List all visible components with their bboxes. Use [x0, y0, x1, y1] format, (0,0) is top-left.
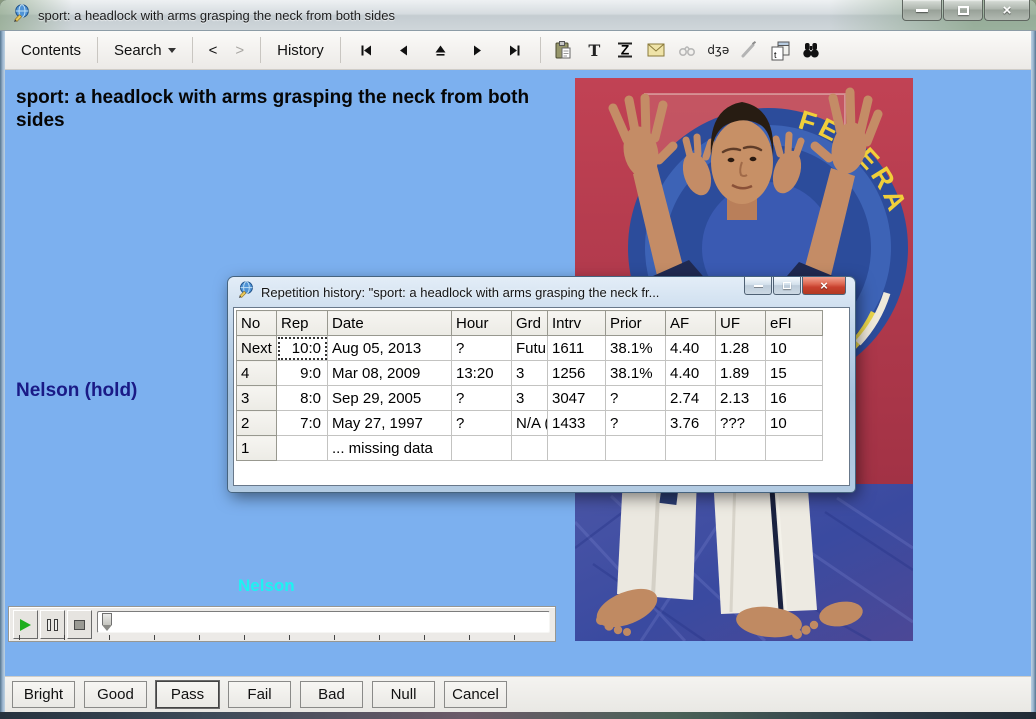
minimize-button[interactable] [902, 0, 942, 21]
slider-thumb[interactable] [102, 613, 112, 625]
separator [540, 37, 541, 63]
parent-element-button[interactable] [429, 39, 452, 62]
compress-icon: Z [615, 40, 635, 60]
compress-button[interactable]: Z [612, 37, 639, 64]
dialog-close-button[interactable]: × [802, 277, 846, 295]
grade-bar: Bright Good Pass Fail Bad Null Cancel [5, 676, 1031, 712]
close-icon: × [1003, 3, 1012, 18]
minimize-icon [754, 285, 763, 287]
dialog-body: NoRepDateHourGrdIntrvPriorAFUFeFI Next10… [233, 307, 850, 486]
envelope-icon [646, 40, 666, 60]
svg-text:Z: Z [621, 42, 630, 58]
cancel-button[interactable]: Cancel [444, 681, 507, 708]
text-component-button[interactable]: T [581, 37, 608, 64]
dialog-minimize-button[interactable] [744, 277, 772, 295]
grade-null-button[interactable]: Null [372, 681, 435, 708]
answer-text: Nelson (hold) [16, 380, 137, 402]
phonetic-icon: dʒə [707, 43, 729, 57]
repetition-table: NoRepDateHourGrdIntrvPriorAFUFeFI Next10… [236, 310, 823, 461]
next-element-button[interactable] [466, 39, 489, 62]
close-icon: × [820, 279, 828, 292]
seek-slider[interactable] [97, 611, 550, 633]
grade-good-button[interactable]: Good [84, 681, 147, 708]
search-button[interactable]: Search [105, 38, 185, 63]
paste-button[interactable] [550, 37, 577, 64]
question-text: sport: a headlock with arms grasping the… [16, 86, 531, 132]
dialog-titlebar[interactable]: Repetition history: "sport: a headlock w… [228, 277, 855, 307]
pause-icon [47, 619, 58, 631]
maximize-icon [783, 282, 791, 289]
link-button[interactable] [674, 37, 701, 64]
play-icon [20, 619, 31, 631]
grade-bad-button[interactable]: Bad [300, 681, 363, 708]
image-caption: Nelson [238, 576, 295, 596]
back-button[interactable]: < [200, 38, 227, 63]
clipboard-icon [553, 40, 573, 60]
window-border-right [1031, 31, 1036, 712]
media-player [8, 606, 556, 642]
previous-icon [396, 43, 411, 58]
grade-pass-button[interactable]: Pass [156, 681, 219, 708]
maximize-button[interactable] [943, 0, 983, 21]
taskbar-strip [0, 712, 1036, 719]
first-element-button[interactable] [355, 39, 378, 62]
dialog-maximize-button[interactable] [773, 277, 801, 295]
skip-last-icon [507, 43, 522, 58]
stop-icon [74, 620, 85, 630]
pronunciation-button[interactable]: dʒə [705, 37, 732, 64]
duplicate-window-button[interactable]: t [767, 37, 794, 64]
dialog-title: Repetition history: "sport: a headlock w… [261, 285, 723, 300]
forward-button[interactable]: > [226, 38, 253, 63]
supermemo-globe-icon [12, 4, 30, 27]
email-button[interactable] [643, 37, 670, 64]
previous-element-button[interactable] [392, 39, 415, 62]
copy-window-icon: t [770, 40, 791, 61]
skip-first-icon [359, 43, 374, 58]
separator [340, 37, 341, 63]
find-button[interactable] [798, 37, 825, 64]
toolbar: Contents Search < > History T Z dʒə t [0, 31, 1036, 70]
chevron-down-icon [168, 48, 176, 53]
wand-icon [739, 40, 759, 60]
link-icon [677, 40, 697, 60]
table-row: 1... missing data [237, 436, 823, 461]
last-element-button[interactable] [503, 39, 526, 62]
binoculars-icon [801, 40, 821, 60]
text-icon: T [588, 41, 600, 60]
window-controls: × [902, 0, 1030, 21]
window-title: sport: a headlock with arms grasping the… [38, 8, 395, 23]
edit-button[interactable] [736, 37, 763, 64]
next-icon [470, 43, 485, 58]
table-row: 38:0Sep 29, 2005?33047?2.742.1316 [237, 386, 823, 411]
slider-ticks [19, 635, 549, 640]
maximize-icon [958, 6, 969, 15]
minimize-icon [916, 9, 928, 12]
table-row: 49:0Mar 08, 200913:203125638.1%4.401.891… [237, 361, 823, 386]
focused-cell[interactable]: 10:0 [277, 336, 328, 361]
repetition-history-dialog: Repetition history: "sport: a headlock w… [228, 277, 855, 492]
grade-fail-button[interactable]: Fail [228, 681, 291, 708]
up-icon [433, 43, 448, 58]
dialog-controls: × [744, 277, 846, 295]
separator [97, 37, 98, 63]
contents-button[interactable]: Contents [12, 38, 90, 63]
window-titlebar[interactable]: sport: a headlock with arms grasping the… [0, 0, 1036, 31]
table-row: Next10:0Aug 05, 2013?Future161138.1%4.40… [237, 336, 823, 361]
supermemo-element-window: sport: a headlock with arms grasping the… [0, 0, 1036, 719]
table-row: 27:0May 27, 1997?N/A (1433?3.76???10 [237, 411, 823, 436]
separator [260, 37, 261, 63]
separator [192, 37, 193, 63]
close-button[interactable]: × [984, 0, 1030, 21]
grade-bright-button[interactable]: Bright [12, 681, 75, 708]
table-header-row: NoRepDateHourGrdIntrvPriorAFUFeFI [237, 311, 823, 336]
history-button[interactable]: History [268, 38, 333, 63]
supermemo-globe-icon [237, 281, 254, 303]
